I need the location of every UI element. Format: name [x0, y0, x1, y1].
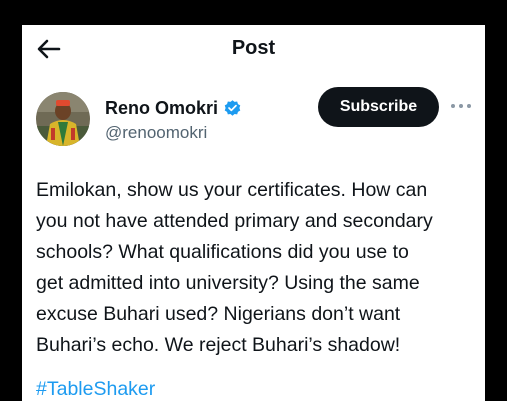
verified-badge-icon	[223, 99, 242, 118]
avatar[interactable]	[36, 92, 90, 146]
screen: Post Reno Omokri @renoomokri Subscribe E…	[0, 0, 507, 401]
more-options-button[interactable]	[448, 95, 474, 117]
author-name-row[interactable]: Reno Omokri	[105, 98, 242, 119]
subscribe-button[interactable]: Subscribe	[318, 87, 439, 127]
author-name[interactable]: Reno Omokri	[105, 98, 218, 119]
post-header: Post	[22, 25, 485, 73]
hashtag-link[interactable]: #TableShaker	[36, 378, 155, 401]
page-title: Post	[231, 37, 276, 59]
tweet-text: Emilokan, show us your certificates. How…	[36, 179, 433, 356]
more-horizontal-icon	[451, 104, 471, 108]
author-handle[interactable]: @renoomokri	[105, 123, 207, 143]
avatar-image	[36, 92, 90, 146]
post-panel: Post Reno Omokri @renoomokri Subscribe E…	[22, 25, 485, 401]
